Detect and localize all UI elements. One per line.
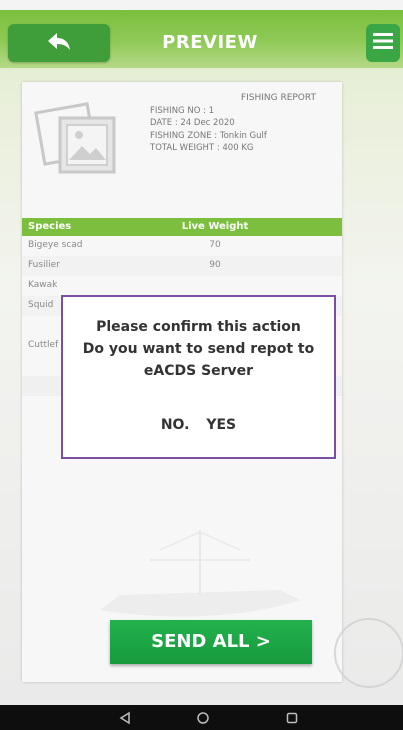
weight-cell: 70	[209, 240, 221, 250]
species-cell: Cuttlef	[28, 340, 59, 350]
menu-button[interactable]	[366, 24, 400, 62]
fishing-number: FISHING NO : 1	[150, 105, 215, 116]
back-arrow-icon	[46, 31, 72, 55]
nav-back-icon[interactable]	[118, 710, 132, 729]
send-all-button[interactable]: SEND ALL >	[110, 620, 312, 664]
fishing-zone: FISHING ZONE : Tonkin Gulf	[150, 130, 267, 141]
dialog-message-line2: Do you want to send repot to	[82, 341, 315, 357]
table-row: Fusilier 90	[22, 256, 342, 276]
dialog-message-line1: Please confirm this action	[96, 319, 301, 335]
species-cell: Fusilier	[28, 260, 60, 270]
species-cell: Kawak	[28, 280, 58, 290]
species-cell: Squid	[28, 300, 54, 310]
status-strip	[0, 0, 403, 10]
dialog-actions: NO. YES	[63, 417, 334, 433]
yes-button[interactable]: YES	[200, 417, 242, 433]
table-row: Kawak	[22, 276, 342, 296]
weight-cell: 90	[209, 260, 221, 270]
nav-recents-icon[interactable]	[285, 710, 299, 729]
header-bar: PREVIEW	[0, 10, 403, 68]
system-nav-bar	[0, 705, 403, 730]
column-live-weight: Live Weight	[181, 221, 249, 232]
confirm-dialog: Please confirm this action Do you want t…	[61, 295, 336, 459]
no-button[interactable]: NO.	[155, 417, 196, 433]
total-weight: TOTAL WEIGHT : 400 KG	[150, 143, 254, 153]
hamburger-menu-icon	[372, 31, 394, 55]
nav-home-icon[interactable]	[196, 710, 210, 729]
boat-watermark	[90, 520, 310, 630]
table-header: Species Live Weight	[22, 218, 342, 236]
report-date: DATE : 24 Dec 2020	[150, 118, 235, 128]
back-button[interactable]	[8, 24, 110, 62]
report-info: FISHING REPORT FISHING NO : 1 DATE : 24 …	[150, 92, 330, 155]
species-cell: Bigeye scad	[28, 240, 83, 250]
seal-stamp-icon	[334, 618, 403, 688]
report-heading: FISHING REPORT	[240, 93, 316, 103]
photo-placeholder-icon	[34, 100, 122, 178]
column-species: Species	[28, 221, 72, 232]
table-row: Bigeye scad 70	[22, 236, 342, 256]
page-title: PREVIEW	[162, 32, 258, 53]
dialog-message-line3: eACDS Server	[143, 363, 254, 379]
